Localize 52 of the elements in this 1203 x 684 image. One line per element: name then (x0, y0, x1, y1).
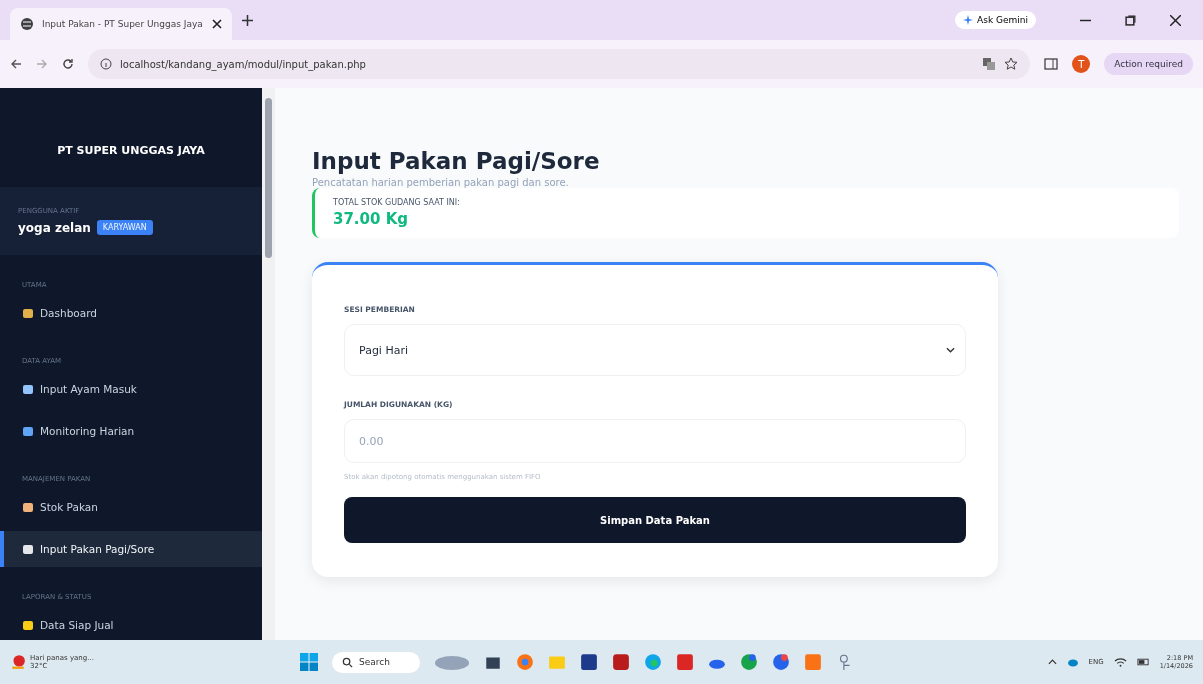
info-icon (100, 58, 112, 70)
chevron-up-icon[interactable] (1047, 659, 1057, 665)
star-icon[interactable] (1004, 57, 1019, 71)
brand-title: PT SUPER UNGGAS JAYA (56, 143, 206, 159)
sidebar-item[interactable]: Stok Pakan (0, 489, 262, 525)
globe-icon (20, 17, 34, 31)
page-title: Input Pakan Pagi/Sore (312, 148, 600, 174)
restore-icon[interactable] (1125, 14, 1136, 26)
sidebar-item[interactable]: Dashboard (0, 295, 262, 331)
user-name: yoga zelan (18, 220, 91, 235)
page-subtitle: Pencatatan harian pemberian pakan pagi dan sore. (312, 177, 569, 188)
address-bar[interactable]: localhost/kandang_ayam/modul/input_pakan.php (88, 49, 1031, 79)
side-panel-icon[interactable] (1044, 57, 1059, 71)
sparkle-icon (963, 15, 974, 25)
ask-gemini-button[interactable]: Ask Gemini (955, 11, 1036, 29)
start-icon[interactable] (300, 653, 318, 671)
browser-icon[interactable] (771, 653, 790, 671)
search-icon (342, 656, 353, 668)
role-badge: KARYAWAN (96, 220, 153, 235)
back-icon[interactable] (10, 58, 22, 70)
close-icon[interactable] (212, 19, 222, 29)
tab-title: Input Pakan - PT Super Unggas Jaya (42, 19, 204, 29)
session-select[interactable]: Pagi Hari (344, 324, 966, 376)
menu-icon (22, 425, 34, 437)
menu-icon (22, 543, 34, 555)
close-icon[interactable] (1170, 14, 1181, 26)
sidebar-item[interactable]: Monitoring Harian (0, 413, 262, 449)
app-icon[interactable] (611, 653, 630, 671)
browser-tab[interactable]: Input Pakan - PT Super Unggas Jaya (10, 8, 232, 40)
battery-icon[interactable] (1136, 657, 1150, 667)
scrollbar[interactable] (262, 88, 275, 640)
menu-icon (22, 383, 34, 395)
menu-icon (22, 307, 34, 319)
stock-label: TOTAL STOK GUDANG SAAT INI: (333, 198, 461, 207)
amount-field[interactable]: 0.00 (344, 419, 966, 463)
chevron-down-icon (946, 347, 955, 353)
submit-button[interactable]: Simpan Data Pakan (344, 497, 966, 543)
new-tab-icon[interactable] (242, 14, 253, 26)
reload-icon[interactable] (62, 58, 74, 70)
menu-icon (22, 501, 34, 513)
sidebar-item[interactable]: Input Ayam Masuk (0, 371, 262, 407)
wifi-icon[interactable] (1113, 657, 1127, 667)
app-icon[interactable] (675, 653, 694, 671)
profile-avatar[interactable]: T (1072, 55, 1091, 73)
app-icon[interactable] (579, 653, 598, 671)
stock-value: 37.00 Kg (333, 210, 410, 228)
taskbar-search[interactable]: Search (332, 651, 420, 673)
action-required-button[interactable]: Action required (1104, 53, 1193, 75)
menu-icon (22, 619, 34, 631)
sidebar-item[interactable]: Data Siap Jual (0, 607, 262, 640)
sidebar-item[interactable]: Input Pakan Pagi/Sore (0, 531, 262, 567)
browser-icon[interactable] (739, 653, 758, 671)
